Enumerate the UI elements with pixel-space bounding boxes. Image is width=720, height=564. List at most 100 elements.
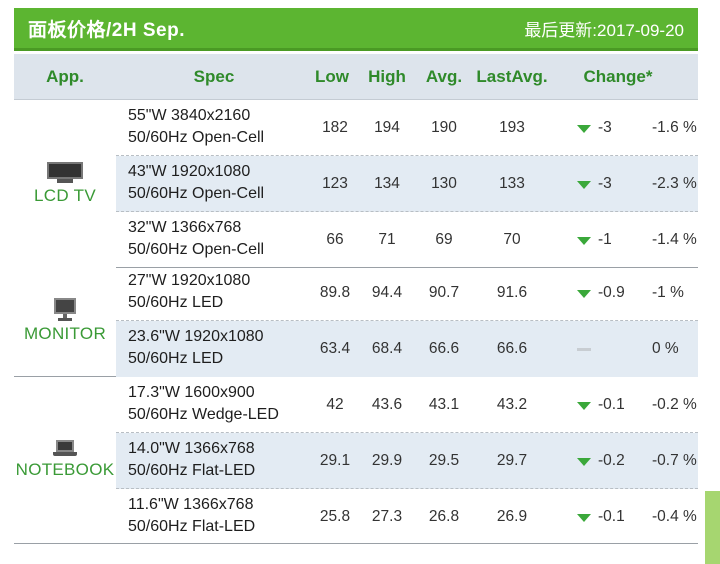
notebook-icon (53, 440, 77, 458)
avg-cell: 26.8 (428, 508, 460, 525)
high-cell: 43.6 (371, 396, 403, 413)
high-cell: 68.4 (371, 340, 403, 357)
trend-down-icon (577, 181, 591, 189)
app-cell-notebook: NOTEBOOK (14, 377, 116, 543)
trend-down-icon (577, 514, 591, 522)
avg-cell: 190 (431, 119, 457, 136)
column-header-spec: Spec (193, 67, 235, 86)
change-value: -3 (598, 175, 612, 192)
table-row: 17.3"W 1600x900 50/60Hz Wedge-LED 42 43.6… (116, 377, 698, 433)
app-label: NOTEBOOK (15, 460, 115, 479)
column-header-change: Change* (583, 67, 653, 86)
column-header-last-avg: LastAvg. (476, 67, 548, 86)
low-cell: 123 (322, 175, 348, 192)
column-header-high: High (368, 67, 406, 86)
high-cell: 29.9 (371, 452, 403, 469)
high-cell: 94.4 (371, 284, 403, 301)
change-value: -0.1 (598, 508, 625, 525)
table-row: 43"W 1920x1080 50/60Hz Open-Cell 123 134 … (116, 156, 698, 212)
table-row: 23.6"W 1920x1080 50/60Hz LED 63.4 68.4 66… (116, 321, 698, 377)
low-cell: 63.4 (319, 340, 351, 357)
high-cell: 71 (378, 231, 396, 248)
change-percent: -0.4 % (652, 508, 697, 525)
column-header-avg: Avg. (425, 67, 463, 86)
trend-flat-icon (577, 348, 591, 351)
last-avg-cell: 70 (503, 231, 521, 248)
app-cell-monitor: MONITOR (14, 265, 116, 376)
spec-cell: 11.6"W 1366x768 50/60Hz Flat-LED (128, 494, 308, 538)
low-cell: 89.8 (319, 284, 351, 301)
spec-cell: 43"W 1920x1080 50/60Hz Open-Cell (128, 161, 308, 205)
change-value: -3 (598, 119, 612, 136)
app-label: LCD TV (34, 185, 96, 205)
spec-line: 23.6"W 1920x1080 (128, 328, 264, 345)
change-percent: -2.3 % (652, 175, 697, 192)
scrollbar-thumb[interactable] (705, 491, 720, 564)
change-percent: -0.7 % (652, 452, 697, 469)
spec-line: 11.6"W 1366x768 (128, 496, 254, 513)
trend-down-icon (577, 402, 591, 410)
spec-line: 50/60Hz Open-Cell (128, 241, 265, 258)
last-avg-cell: 91.6 (496, 284, 528, 301)
spec-cell: 27"W 1920x1080 50/60Hz LED (128, 270, 308, 314)
tv-icon (47, 161, 83, 184)
spec-cell: 32"W 1366x768 50/60Hz Open-Cell (128, 217, 308, 261)
last-avg-cell: 193 (499, 119, 525, 136)
change-value: -0.9 (598, 284, 625, 301)
spec-line: 43"W 1920x1080 (128, 163, 251, 180)
group-lcd-tv: LCD TV 55"W 3840x2160 50/60Hz Open-Cell 1… (14, 100, 698, 268)
change-percent: -1 % (652, 284, 684, 301)
title-bar: 面板价格/2H Sep. 最后更新:2017-09-20 (14, 8, 698, 51)
column-header-app: App. (46, 67, 84, 86)
low-cell: 42 (326, 396, 344, 413)
table-row: 32"W 1366x768 50/60Hz Open-Cell 66 71 69 … (116, 212, 698, 268)
low-cell: 25.8 (319, 508, 351, 525)
table-row: 11.6"W 1366x768 50/60Hz Flat-LED 25.8 27.… (116, 489, 698, 545)
spec-line: 50/60Hz Wedge-LED (128, 406, 279, 423)
spec-line: 50/60Hz Flat-LED (128, 462, 256, 479)
change-value: -1 (598, 231, 612, 248)
column-header-low: Low (315, 67, 349, 86)
avg-cell: 90.7 (428, 284, 460, 301)
table-header: App. Spec Low High Avg. LastAvg. Change* (14, 54, 698, 100)
trend-down-icon (577, 290, 591, 298)
spec-cell: 14.0"W 1366x768 50/60Hz Flat-LED (128, 438, 308, 482)
spec-line: 55"W 3840x2160 (128, 107, 251, 124)
high-cell: 134 (374, 175, 400, 192)
low-cell: 66 (326, 231, 344, 248)
last-avg-cell: 26.9 (496, 508, 528, 525)
trend-down-icon (577, 237, 591, 245)
low-cell: 182 (322, 119, 348, 136)
last-avg-cell: 43.2 (496, 396, 528, 413)
spec-line: 32"W 1366x768 (128, 219, 242, 236)
avg-cell: 130 (431, 175, 457, 192)
monitor-icon (54, 297, 76, 322)
change-value: -0.2 (598, 452, 625, 469)
spec-line: 14.0"W 1366x768 (128, 440, 255, 457)
avg-cell: 43.1 (428, 396, 460, 413)
high-cell: 27.3 (371, 508, 403, 525)
spec-cell: 17.3"W 1600x900 50/60Hz Wedge-LED (128, 382, 308, 426)
high-cell: 194 (374, 119, 400, 136)
spec-line: 50/60Hz LED (128, 294, 224, 311)
spec-cell: 23.6"W 1920x1080 50/60Hz LED (128, 326, 308, 370)
spec-line: 50/60Hz Open-Cell (128, 185, 265, 202)
avg-cell: 69 (435, 231, 453, 248)
table-row: 27"W 1920x1080 50/60Hz LED 89.8 94.4 90.7… (116, 265, 698, 321)
change-value: -0.1 (598, 396, 625, 413)
avg-cell: 29.5 (428, 452, 460, 469)
trend-down-icon (577, 458, 591, 466)
trend-down-icon (577, 125, 591, 133)
last-avg-cell: 29.7 (496, 452, 528, 469)
group-monitor: MONITOR 27"W 1920x1080 50/60Hz LED 89.8 9… (14, 265, 698, 377)
spec-line: 17.3"W 1600x900 (128, 384, 255, 401)
page-title: 面板价格/2H Sep. (28, 19, 185, 41)
spec-line: 50/60Hz Flat-LED (128, 518, 256, 535)
last-avg-cell: 133 (499, 175, 525, 192)
last-updated: 最后更新:2017-09-20 (524, 20, 684, 40)
app-cell-lcd-tv: LCD TV (14, 100, 116, 267)
change-percent: -0.2 % (652, 396, 697, 413)
avg-cell: 66.6 (428, 340, 460, 357)
table-row: 55"W 3840x2160 50/60Hz Open-Cell 182 194 … (116, 100, 698, 156)
last-avg-cell: 66.6 (496, 340, 528, 357)
